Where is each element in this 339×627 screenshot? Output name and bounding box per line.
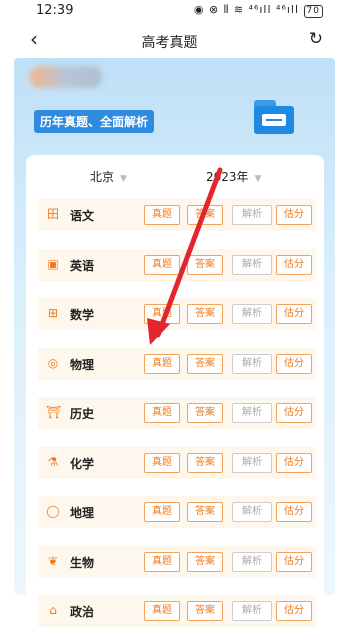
daan-button[interactable]: 答案 bbox=[187, 304, 223, 324]
subject-icon: ⌂ bbox=[49, 603, 57, 617]
subject-icon: ⚗ bbox=[47, 454, 59, 469]
battery-icon: 70 bbox=[303, 5, 323, 18]
jiexi-button[interactable]: 解析 bbox=[232, 601, 272, 621]
gufen-button[interactable]: 估分 bbox=[276, 205, 312, 225]
daan-button[interactable]: 答案 bbox=[187, 254, 223, 275]
gufen-button[interactable]: 估分 bbox=[276, 502, 312, 522]
subject-icon: ❦ bbox=[47, 553, 59, 568]
chevron-down-icon: ▼ bbox=[254, 174, 262, 184]
daan-button[interactable]: 答案 bbox=[187, 551, 223, 572]
gufen-button[interactable]: 估分 bbox=[276, 551, 312, 572]
gufen-button[interactable]: 估分 bbox=[276, 304, 312, 324]
subject-row: ⛩ 历史 真题 答案 解析 估分 bbox=[38, 397, 316, 429]
subject-row: ◎ 物理 真题 答案 解析 估分 bbox=[38, 347, 316, 380]
subject-row: ▣ 英语 真题 答案 解析 估分 bbox=[38, 248, 316, 281]
gufen-button[interactable]: 估分 bbox=[276, 452, 312, 473]
subject-icon: ◯ bbox=[46, 504, 60, 518]
region-filter[interactable]: 北京 ▼ bbox=[90, 168, 127, 185]
subject-name: 生物 bbox=[70, 555, 95, 570]
subject-name: 历史 bbox=[70, 407, 95, 421]
zhenti-button[interactable]: 真题 bbox=[144, 601, 180, 621]
jiexi-button[interactable]: 解析 bbox=[232, 205, 272, 225]
zhenti-button[interactable]: 真题 bbox=[144, 403, 180, 423]
jiexi-button[interactable]: 解析 bbox=[232, 452, 272, 473]
subject-row: ❦ 生物 真题 答案 解析 估分 bbox=[38, 545, 316, 578]
subject-row: ⌂ 政治 真题 答案 解析 估分 bbox=[38, 595, 316, 627]
subject-name: 英语 bbox=[70, 258, 95, 273]
status-icon-group: ◉ ⊗ ⫴ ≋ ⁴⁶ıll ⁴⁶ıll bbox=[193, 3, 300, 16]
subject-row: ⚗ 化学 真题 答案 解析 估分 bbox=[38, 446, 316, 479]
chevron-down-icon: ▼ bbox=[120, 174, 127, 184]
zhenti-button[interactable]: 真题 bbox=[144, 254, 180, 275]
subject-name: 物理 bbox=[70, 357, 95, 372]
jiexi-button[interactable]: 解析 bbox=[232, 254, 272, 275]
year-value: 2023年 bbox=[206, 170, 249, 184]
subject-name: 化学 bbox=[70, 456, 95, 471]
gufen-button[interactable]: 估分 bbox=[276, 403, 312, 423]
subject-icon: ◎ bbox=[47, 355, 59, 370]
subject-icon: ⛩ bbox=[46, 405, 62, 419]
jiexi-button[interactable]: 解析 bbox=[232, 502, 272, 522]
zhenti-button[interactable]: 真题 bbox=[144, 452, 180, 473]
status-icons: ◉ ⊗ ⫴ ≋ ⁴⁶ıll ⁴⁶ıll 70 bbox=[194, 3, 323, 18]
daan-button[interactable]: 答案 bbox=[187, 452, 223, 473]
zhenti-button[interactable]: 真题 bbox=[144, 502, 180, 522]
zhenti-button[interactable]: 真题 bbox=[144, 304, 180, 324]
daan-button[interactable]: 答案 bbox=[187, 205, 223, 225]
jiexi-button[interactable]: 解析 bbox=[232, 304, 272, 324]
gufen-button[interactable]: 估分 bbox=[276, 254, 312, 275]
zhenti-button[interactable]: 真题 bbox=[144, 353, 180, 374]
year-filter[interactable]: 2023年 ▼ bbox=[206, 168, 261, 185]
subject-icon: ⊞ bbox=[47, 306, 59, 320]
jiexi-button[interactable]: 解析 bbox=[232, 403, 272, 423]
gufen-button[interactable]: 估分 bbox=[276, 353, 312, 374]
subject-name: 语文 bbox=[70, 209, 95, 223]
daan-button[interactable]: 答案 bbox=[187, 403, 223, 423]
status-time: 12:39 bbox=[36, 3, 74, 18]
subject-name: 数学 bbox=[70, 308, 95, 322]
folder-icon bbox=[254, 100, 294, 134]
subject-row: ◯ 地理 真题 答案 解析 估分 bbox=[38, 496, 316, 528]
subject-name: 政治 bbox=[70, 605, 95, 619]
subject-name: 地理 bbox=[70, 506, 95, 520]
zhenti-button[interactable]: 真题 bbox=[144, 205, 180, 225]
gufen-button[interactable]: 估分 bbox=[276, 601, 312, 621]
daan-button[interactable]: 答案 bbox=[187, 601, 223, 621]
daan-button[interactable]: 答案 bbox=[187, 353, 223, 374]
subject-row: ⊞ 数学 真题 答案 解析 估分 bbox=[38, 298, 316, 330]
page-title: 高考真题 bbox=[141, 35, 198, 51]
nav-bar: ‹ 高考真题 ↻ bbox=[0, 24, 339, 58]
subject-icon: 田 bbox=[46, 207, 59, 221]
subject-icon: ▣ bbox=[47, 256, 59, 271]
status-bar: 12:39 ◉ ⊗ ⫴ ≋ ⁴⁶ıll ⁴⁶ıll 70 bbox=[0, 0, 339, 24]
daan-button[interactable]: 答案 bbox=[187, 502, 223, 522]
jiexi-button[interactable]: 解析 bbox=[232, 353, 272, 374]
subject-row: 田语文 真题 答案 解析 估分 bbox=[38, 199, 316, 231]
jiexi-button[interactable]: 解析 bbox=[232, 551, 272, 572]
subject-card: 北京 ▼ 2023年 ▼ 田语文 真题 答案 解析 估分 ▣ 英语 真题 答案 解析 估分 ⊞ 数学 真题 答案… bbox=[26, 155, 324, 627]
filter-bar: 北京 ▼ 2023年 ▼ bbox=[26, 155, 324, 195]
region-value: 北京 bbox=[90, 170, 115, 184]
blurred-logo bbox=[30, 66, 102, 88]
zhenti-button[interactable]: 真题 bbox=[144, 551, 180, 572]
hero-tagline: 历年真题、全面解析 bbox=[34, 110, 155, 133]
refresh-icon[interactable]: ↻ bbox=[309, 29, 323, 49]
